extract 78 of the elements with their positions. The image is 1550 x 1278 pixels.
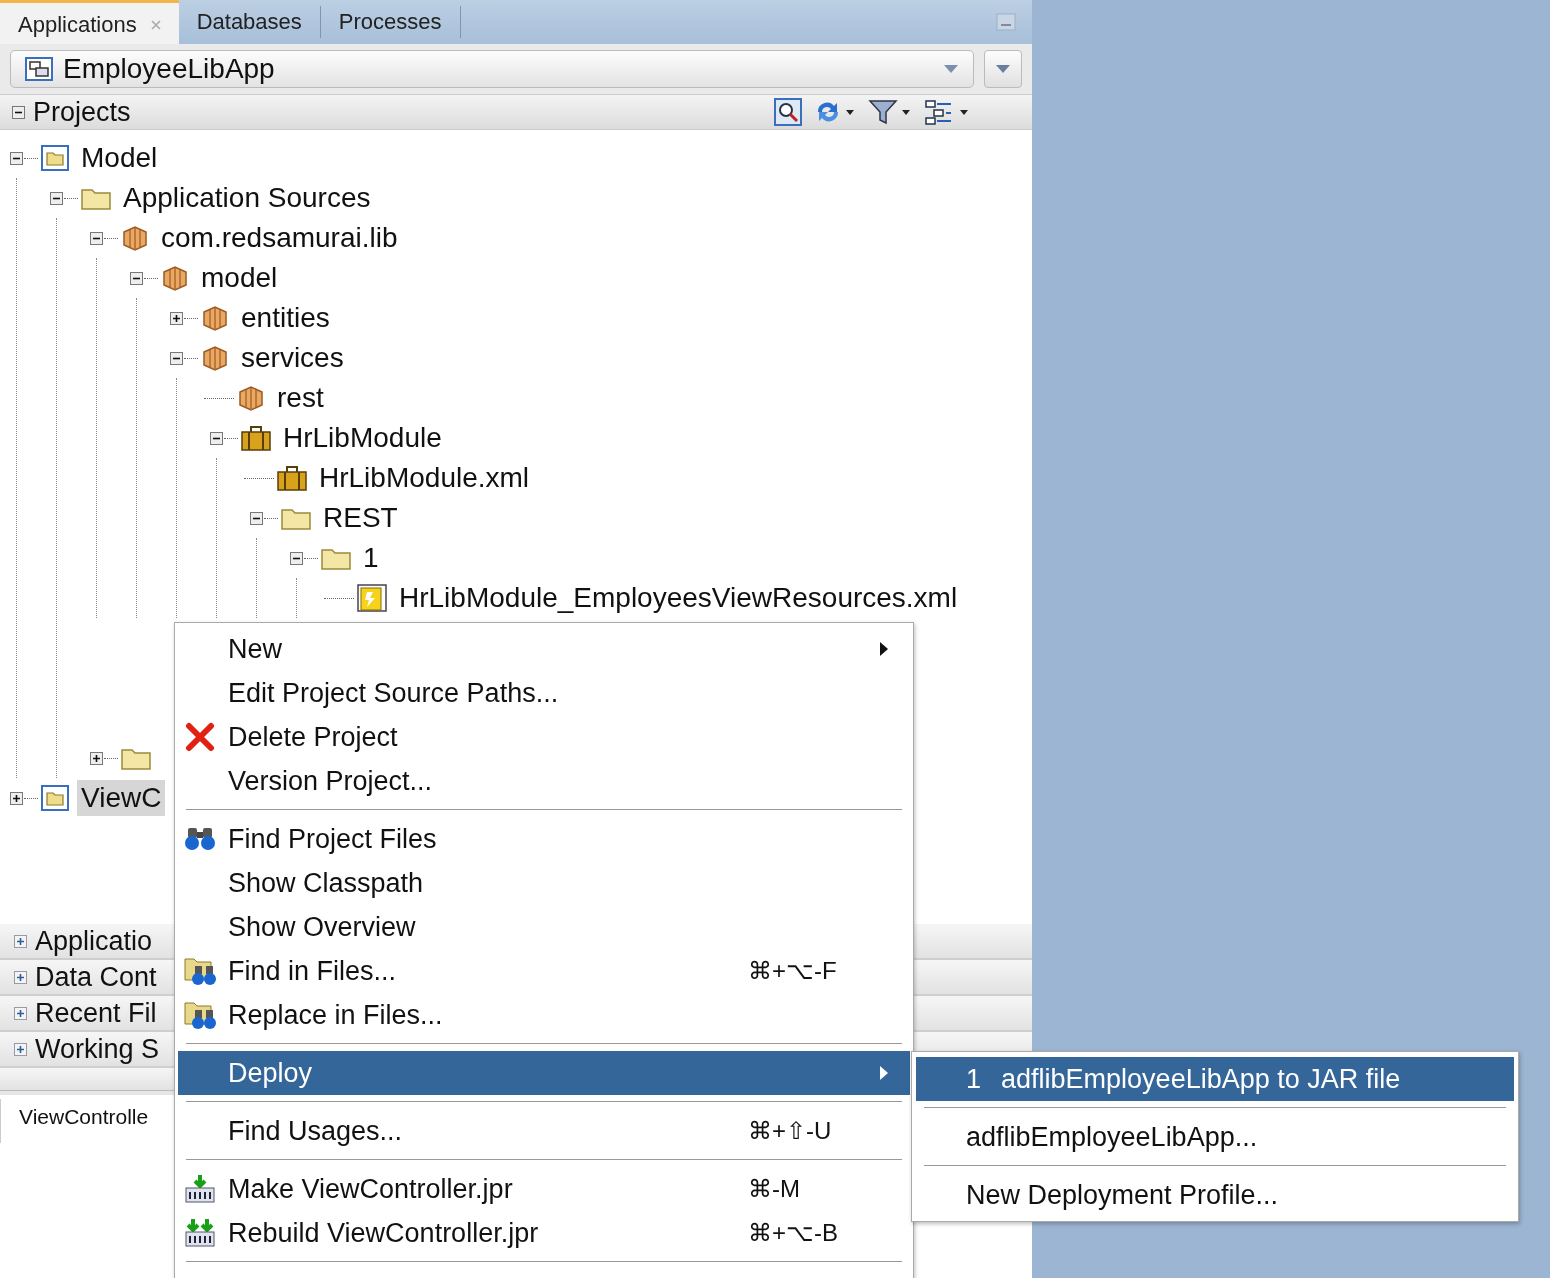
application-dropdown[interactable]: EmployeeLibApp	[10, 50, 974, 88]
briefcase-icon	[277, 465, 307, 491]
binoculars-icon	[184, 826, 216, 852]
tree-item[interactable]: services	[237, 340, 348, 376]
tree-item[interactable]: HrLibModule_EmployeesViewResources.xml	[395, 580, 962, 616]
package-icon	[161, 265, 189, 291]
menu-item[interactable]: New Deployment Profile...	[916, 1173, 1514, 1217]
collapse-icon[interactable]	[250, 511, 263, 525]
package-icon	[201, 345, 229, 371]
tree-item[interactable]: model	[197, 260, 282, 296]
menu-item[interactable]: Edit Project Source Paths...	[178, 671, 910, 715]
expand-icon[interactable]	[10, 791, 23, 805]
menu-item[interactable]: Find in Files... ⌘+⌥-F	[178, 949, 910, 993]
menu-item[interactable]: Show Classpath	[178, 861, 910, 905]
menu-item[interactable]: Replace in Files...	[178, 993, 910, 1037]
shortcut-text: ⌘+⇧-U	[748, 1117, 833, 1145]
package-icon	[237, 385, 265, 411]
filter-dropdown-icon[interactable]	[868, 98, 912, 126]
folder-icon	[81, 186, 111, 210]
project-icon	[41, 145, 69, 171]
expand-icon[interactable]	[170, 311, 183, 325]
menu-item[interactable]: New	[178, 627, 910, 671]
collapse-icon[interactable]	[12, 105, 25, 119]
tab[interactable]: Applications	[0, 0, 179, 44]
xml-file-icon	[357, 584, 387, 612]
collapse-icon[interactable]	[130, 271, 143, 285]
tree-item[interactable]: HrLibModule.xml	[315, 460, 534, 496]
folder-icon	[321, 546, 351, 570]
tree-item[interactable]: Application Sources	[119, 180, 375, 216]
menu-item[interactable]: Show Overview	[178, 905, 910, 949]
menu-item[interactable]: Delete Project	[178, 715, 910, 759]
rebuild-icon	[184, 1218, 216, 1248]
collapse-icon[interactable]	[170, 351, 183, 365]
dropdown-arrow-icon	[943, 64, 959, 74]
shortcut-text: ⌘-M	[748, 1175, 801, 1203]
collapse-icon[interactable]	[50, 191, 63, 205]
tree-item[interactable]: entities	[237, 300, 334, 336]
collapse-icon[interactable]	[90, 231, 103, 245]
search-icon[interactable]	[774, 98, 802, 126]
menu-item[interactable]: Version Project...	[178, 759, 910, 803]
briefcase-icon	[241, 425, 271, 451]
tree-options-dropdown-icon[interactable]	[924, 98, 970, 126]
tree-item[interactable]: REST	[319, 500, 402, 536]
shortcut-text: ⌘+⌥-F	[748, 957, 838, 985]
application-icon	[25, 57, 53, 81]
tree-item[interactable]: rest	[273, 380, 328, 416]
folder-binoculars-icon	[184, 956, 216, 986]
folder-icon	[281, 506, 311, 530]
menu-item[interactable]: Find Project Files	[178, 817, 910, 861]
tree-item[interactable]: com.redsamurai.lib	[157, 220, 402, 256]
menu-item[interactable]: Find Usages... ⌘+⇧-U	[178, 1109, 910, 1153]
delete-icon	[185, 722, 215, 752]
menu-item[interactable]: Make ViewController.jpr ⌘-M	[178, 1167, 910, 1211]
tab[interactable]: Processes	[320, 6, 461, 38]
dropdown-arrow-icon	[995, 64, 1011, 74]
expand-icon[interactable]	[90, 751, 103, 765]
package-icon	[201, 305, 229, 331]
tree-item[interactable]: 1	[359, 540, 383, 576]
build-icon	[184, 1174, 216, 1204]
menu-item[interactable]: Rebuild ViewController.jpr ⌘+⌥-B	[178, 1211, 910, 1255]
tab[interactable]: ViewControlle	[0, 1099, 167, 1143]
collapse-icon[interactable]	[210, 431, 223, 445]
shortcut-text: ⌘+⌥-B	[748, 1219, 839, 1247]
collapse-icon[interactable]	[10, 151, 23, 165]
menu-item[interactable]: Deploy	[178, 1051, 910, 1095]
folder-binoculars-icon	[184, 1000, 216, 1030]
project-icon	[41, 785, 69, 811]
collapse-icon[interactable]	[290, 551, 303, 565]
tree-item[interactable]: Model	[77, 140, 162, 176]
menu-item[interactable]: adflibEmployeeLibApp...	[916, 1115, 1514, 1159]
menu-dropdown-button[interactable]	[984, 50, 1022, 88]
panel-title: Projects	[33, 96, 131, 128]
folder-icon	[121, 746, 151, 770]
package-icon	[121, 225, 149, 251]
tab[interactable]: Databases	[178, 6, 321, 38]
tree-item[interactable]: ViewC	[77, 780, 166, 816]
tree-item[interactable]: HrLibModule	[279, 420, 446, 456]
menu-item[interactable]: 1 adflibEmployeeLibApp to JAR file	[916, 1057, 1514, 1101]
